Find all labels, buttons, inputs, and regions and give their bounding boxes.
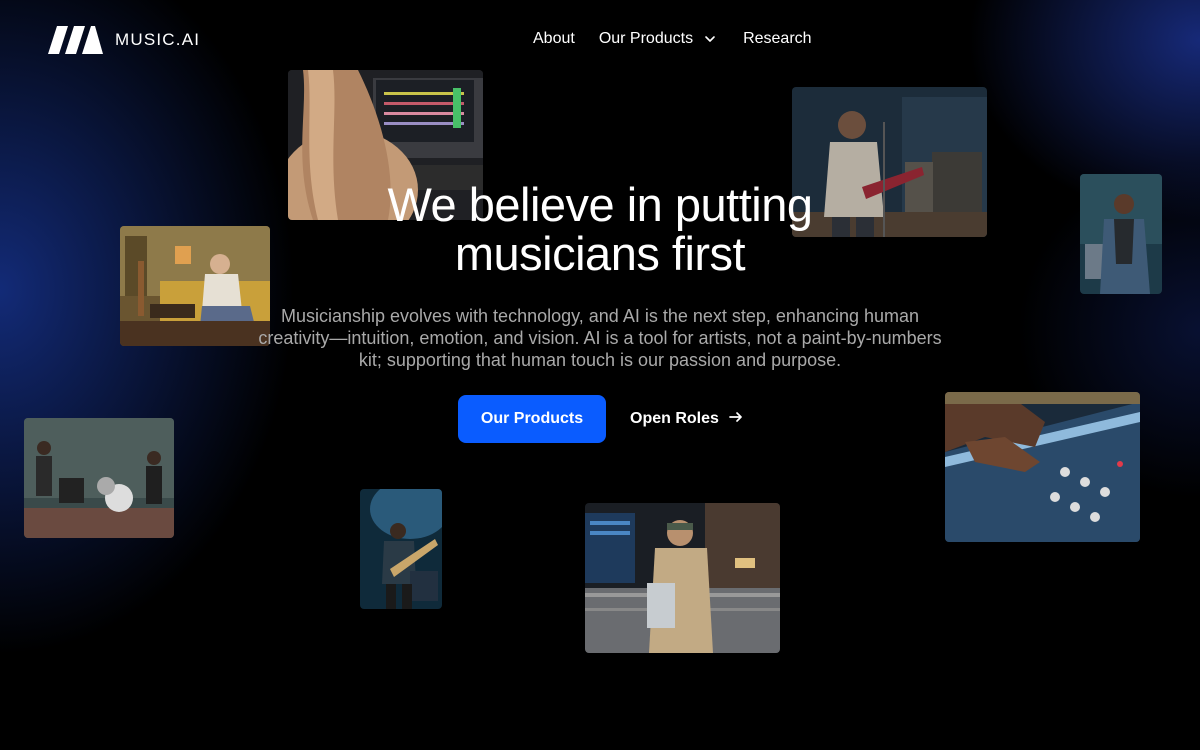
- nav-products-label: Our Products: [598, 30, 694, 47]
- nav-research-label: Research: [743, 30, 812, 47]
- nav-research[interactable]: Research: [743, 28, 811, 50]
- photo-hands-on-synth: [945, 392, 1140, 542]
- our-products-button[interactable]: Our Products: [458, 395, 606, 443]
- photo-guitarist-blue-light: [360, 489, 442, 609]
- open-roles-label: Open Roles: [630, 410, 719, 427]
- hero-subtitle: Musicianship evolves with technology, an…: [258, 306, 942, 370]
- hero-title-line2: musicians first: [454, 227, 746, 280]
- hero-title-line1: We believe in putting: [387, 178, 813, 231]
- chevron-down-icon: [703, 32, 717, 46]
- photo-engineer-studio: [585, 503, 780, 653]
- nav-about[interactable]: About: [533, 28, 575, 50]
- nav-about-label: About: [533, 30, 575, 47]
- music-ai-logo-icon: [48, 26, 103, 54]
- arrow-right-icon: [728, 409, 744, 430]
- photo-woman-portrait: [1080, 174, 1162, 294]
- hero-title: We believe in putting musicians first: [300, 180, 900, 278]
- photo-woman-on-couch: [120, 226, 270, 346]
- nav-our-products[interactable]: Our Products: [599, 28, 717, 50]
- brand-logo[interactable]: MUSIC.AI: [48, 26, 200, 54]
- photo-band-rehearsal: [24, 418, 174, 538]
- brand-name: MUSIC.AI: [115, 30, 201, 49]
- open-roles-link[interactable]: Open Roles: [630, 407, 744, 431]
- main-nav: About Our Products Research: [533, 28, 812, 50]
